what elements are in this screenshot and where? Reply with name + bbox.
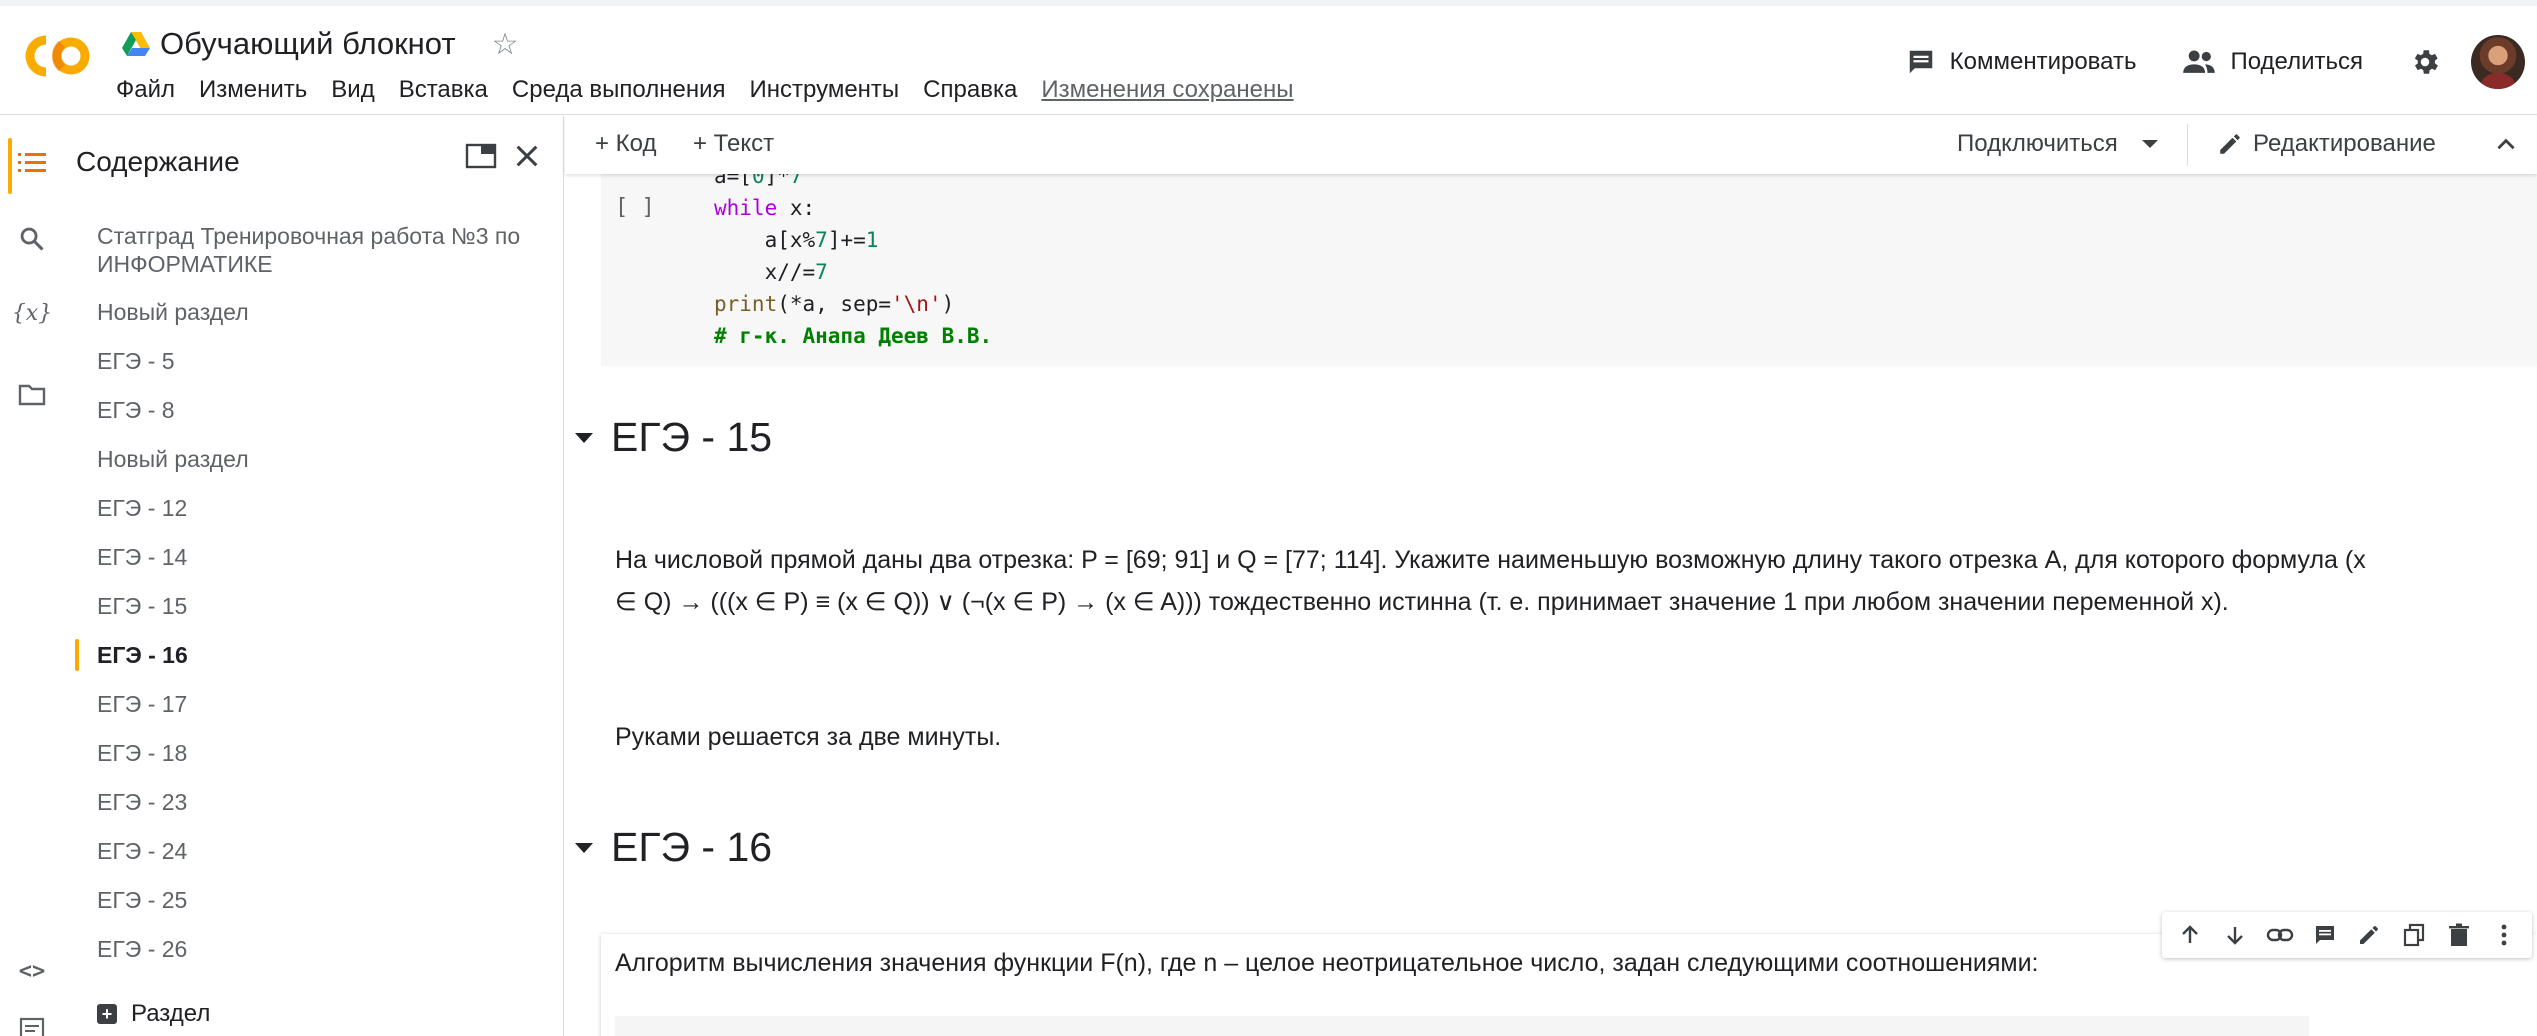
text-paragraph: Алгоритм вычисления значения функции F(n… bbox=[615, 949, 2039, 977]
variables-icon[interactable]: {x} bbox=[12, 296, 52, 330]
cell-toolbar bbox=[2162, 912, 2532, 958]
toc-item[interactable]: Новый раздел bbox=[66, 298, 249, 326]
section-header[interactable]: ЕГЭ - 16 bbox=[575, 824, 772, 871]
collapse-caret-icon[interactable] bbox=[575, 842, 593, 853]
code-snippets-icon[interactable]: <> bbox=[15, 954, 49, 988]
more-icon[interactable] bbox=[2488, 919, 2520, 951]
rail-active-marker bbox=[8, 138, 12, 194]
code-cell[interactable]: [ ] a=[0]*7 while x: a[x%7]+=1 x//=7 pri… bbox=[601, 174, 2537, 366]
toolbar-divider bbox=[2187, 124, 2188, 166]
add-box-icon: + bbox=[97, 1004, 117, 1024]
panel-title: Содержание bbox=[76, 146, 240, 177]
menu-file[interactable]: Файл bbox=[116, 76, 175, 104]
comment-label: Комментировать bbox=[1949, 48, 2137, 75]
user-avatar[interactable] bbox=[2471, 35, 2525, 89]
notebook-title-row: Обучающий блокнот ☆ bbox=[122, 22, 518, 66]
menu-view[interactable]: Вид bbox=[331, 76, 374, 104]
menu-runtime[interactable]: Среда выполнения bbox=[512, 76, 726, 104]
colab-logo[interactable] bbox=[22, 34, 94, 78]
toc-item[interactable]: ЕГЭ - 24 bbox=[66, 837, 187, 865]
text-paragraph: На числовой прямой даны два отрезка: P =… bbox=[615, 546, 2366, 616]
toc-item[interactable]: ЕГЭ - 18 bbox=[66, 739, 187, 767]
code-editor[interactable]: a=[0]*7 while x: a[x%7]+=1 x//=7 print(*… bbox=[714, 174, 992, 352]
connect-label: Подключиться bbox=[1957, 130, 2118, 157]
editing-mode-button[interactable]: Редактирование bbox=[2217, 130, 2436, 158]
header-actions: Комментировать Поделиться bbox=[1906, 32, 2525, 92]
add-code-button[interactable]: + Код bbox=[595, 130, 657, 158]
section-header[interactable]: ЕГЭ - 15 bbox=[575, 414, 772, 461]
close-icon[interactable] bbox=[513, 142, 541, 170]
toc-item[interactable]: ЕГЭ - 26 bbox=[66, 935, 187, 963]
toc-item[interactable]: ЕГЭ - 25 bbox=[66, 886, 187, 914]
edit-icon[interactable] bbox=[2353, 919, 2385, 951]
code-line: print(*a, sep='\n') bbox=[714, 292, 955, 316]
move-up-icon[interactable] bbox=[2174, 919, 2206, 951]
connect-button[interactable]: Подключиться bbox=[1957, 130, 2158, 158]
toc-item[interactable]: ЕГЭ - 17 bbox=[66, 690, 187, 718]
menu-edit[interactable]: Изменить bbox=[199, 76, 307, 104]
open-in-tab-icon[interactable] bbox=[465, 142, 497, 170]
toc-item[interactable]: Новый раздел bbox=[66, 445, 249, 473]
table-of-contents-panel: Содержание Статград Тренировочная работа… bbox=[66, 116, 564, 1036]
search-icon[interactable] bbox=[15, 222, 49, 256]
mirror-icon[interactable] bbox=[2398, 919, 2430, 951]
menu-help[interactable]: Справка bbox=[923, 76, 1017, 104]
toc-icon[interactable] bbox=[15, 146, 49, 180]
panel-tools bbox=[465, 142, 541, 170]
toc-item-active[interactable]: ЕГЭ - 16 bbox=[66, 639, 188, 671]
toc-item[interactable]: ЕГЭ - 15 bbox=[66, 592, 187, 620]
section-title: ЕГЭ - 16 bbox=[611, 824, 773, 870]
code-line: a[x%7]+=1 bbox=[714, 228, 879, 252]
chevron-down-icon[interactable] bbox=[2141, 140, 2158, 148]
people-icon bbox=[2183, 50, 2216, 73]
settings-gear-icon[interactable] bbox=[2409, 46, 2441, 78]
google-drive-icon[interactable] bbox=[122, 31, 150, 57]
menu-bar: Файл Изменить Вид Вставка Среда выполнен… bbox=[116, 70, 1294, 110]
share-button[interactable]: Поделиться bbox=[2182, 47, 2363, 77]
code-line: a=[0]*7 bbox=[714, 174, 803, 188]
toc-item[interactable]: ЕГЭ - 23 bbox=[66, 788, 187, 816]
text-paragraph: Руками решается за две минуты. bbox=[615, 723, 1002, 751]
toc-item[interactable]: ЕГЭ - 5 bbox=[66, 347, 175, 375]
folder-icon[interactable] bbox=[15, 378, 49, 412]
collapse-header-icon[interactable] bbox=[2493, 132, 2519, 158]
share-label: Поделиться bbox=[2230, 48, 2363, 75]
delete-icon[interactable] bbox=[2443, 919, 2475, 951]
add-text-button[interactable]: + Текст bbox=[693, 130, 774, 158]
collapse-caret-icon[interactable] bbox=[575, 432, 593, 443]
left-rail: {x} <> bbox=[0, 116, 66, 1036]
code-comment: # г-к. Анапа Деев В.В. bbox=[714, 324, 993, 348]
comment-button[interactable]: Комментировать bbox=[1906, 47, 2137, 77]
section-title: ЕГЭ - 15 bbox=[611, 414, 773, 460]
browser-edge bbox=[0, 0, 2537, 6]
toc-item[interactable]: ЕГЭ - 14 bbox=[66, 543, 187, 571]
menu-insert[interactable]: Вставка bbox=[399, 76, 488, 104]
comment-icon bbox=[1909, 50, 1932, 74]
code-line: x//=7 bbox=[714, 260, 828, 284]
app-header: Обучающий блокнот ☆ Файл Изменить Вид Вс… bbox=[0, 0, 2537, 115]
toc-item[interactable]: ЕГЭ - 12 bbox=[66, 494, 187, 522]
pencil-icon bbox=[2220, 134, 2240, 154]
toc-item[interactable]: ЕГЭ - 8 bbox=[66, 396, 175, 424]
move-down-icon[interactable] bbox=[2219, 919, 2251, 951]
star-icon[interactable]: ☆ bbox=[492, 27, 519, 62]
notebook-toolbar: + Код + Текст Подключиться Редактировани… bbox=[565, 116, 2537, 174]
toc-item[interactable]: Статград Тренировочная работа №3 по ИНФО… bbox=[66, 222, 536, 278]
code-line: while x: bbox=[714, 196, 816, 220]
menu-tools[interactable]: Инструменты bbox=[750, 76, 900, 104]
add-section-label: Раздел bbox=[131, 1000, 211, 1027]
link-icon[interactable] bbox=[2264, 919, 2296, 951]
editing-label: Редактирование bbox=[2253, 130, 2436, 157]
notebook-content: [ ] a=[0]*7 while x: a[x%7]+=1 x//=7 pri… bbox=[565, 174, 2537, 1036]
notebook-title[interactable]: Обучающий блокнот bbox=[160, 26, 456, 62]
comment-icon[interactable] bbox=[2309, 919, 2341, 951]
cell-continuation bbox=[615, 1016, 2309, 1036]
add-section-button[interactable]: + Раздел bbox=[97, 1000, 210, 1028]
save-status-link[interactable]: Изменения сохранены bbox=[1041, 76, 1293, 104]
command-palette-icon[interactable] bbox=[15, 1012, 49, 1036]
run-cell-button[interactable]: [ ] bbox=[615, 195, 655, 220]
